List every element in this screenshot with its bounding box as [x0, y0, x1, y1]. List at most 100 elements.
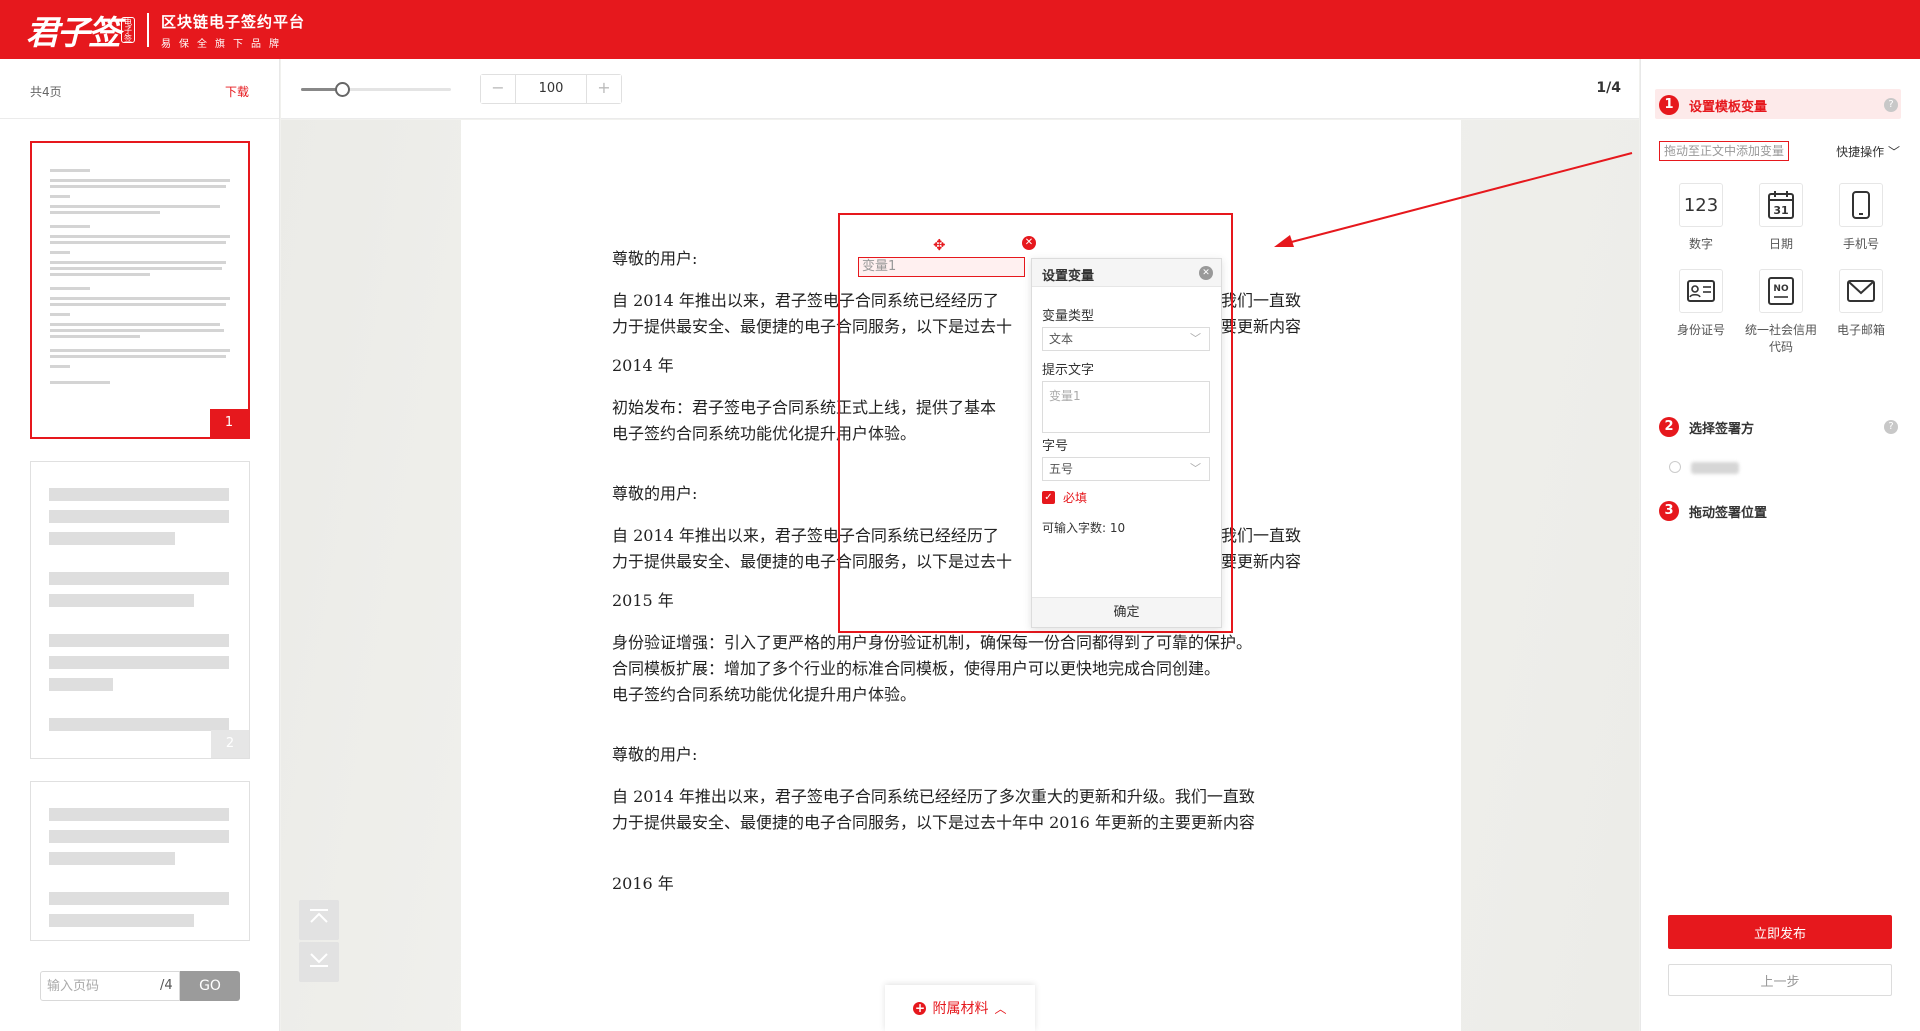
top-header: 君子签 电子签 区块链电子签约平台 易保全旗下品牌 [0, 0, 1920, 59]
font-size-label: 字号 [1042, 439, 1069, 454]
variable-type-label: 手机号 [1842, 237, 1879, 251]
thumbnail-panel-header: 共4页 下载 [0, 59, 279, 119]
variable-type-label: 电子邮箱 [1836, 323, 1885, 337]
variable-type-credit-code[interactable]: NO 统一社会信用代码 [1741, 269, 1821, 356]
thumb-skeleton-line [49, 808, 229, 821]
page-jump: /4 GO [40, 971, 240, 1001]
platform-subtitle: 易保全旗下品牌 [161, 38, 287, 50]
doc-paragraph: 力于提供最安全、最便捷的电子合同服务，以下是过去十年中 2016 年更新的主要更… [612, 813, 1255, 832]
dialog-close-icon[interactable]: ✕ [1199, 266, 1213, 280]
attachments-bar[interactable]: + 附属材料 ︿ [885, 985, 1035, 1031]
doc-paragraph: 尊敬的用户: [612, 249, 698, 268]
confirm-button[interactable]: 确定 [1032, 597, 1221, 627]
prompt-text-input[interactable]: 变量1 [1042, 381, 1210, 433]
step-set-variables[interactable]: 1 设置模板变量 [1659, 95, 1767, 115]
doc-paragraph: 自 2014 年推出以来，君子签电子合同系统已经经历了多次重大的更新和升级。我们… [612, 787, 1255, 806]
variable-type-label: 变量类型 [1042, 309, 1095, 324]
help-icon[interactable]: ? [1884, 420, 1898, 434]
doc-paragraph-fragment: 要更新内容 [1221, 317, 1302, 336]
chevron-down-icon [310, 953, 328, 967]
thumbnail-page-number: 2 [211, 730, 249, 758]
doc-paragraph: 尊敬的用户: [612, 745, 698, 764]
step-drag-signature[interactable]: 3 拖动签署位置 [1659, 501, 1767, 521]
move-icon[interactable]: ✥ [933, 236, 946, 254]
step-select-signers[interactable]: 2 选择签署方 [1659, 417, 1754, 437]
zoom-value[interactable]: 100 [515, 75, 587, 103]
thumb-text-line [50, 297, 230, 300]
thumb-skeleton-line [49, 678, 113, 691]
thumb-skeleton-line [49, 830, 229, 843]
thumb-text-line [50, 323, 220, 326]
thumb-text-line [50, 335, 140, 338]
logo-text: 区块链电子签约平台 易保全旗下品牌 [161, 11, 305, 50]
quick-actions-dropdown[interactable]: 快捷操作 ﹀ [1836, 143, 1900, 160]
page-thumbnail-1[interactable]: 1 [30, 141, 250, 439]
signer-radio[interactable] [1669, 461, 1681, 473]
thumb-skeleton-line [49, 892, 229, 905]
thumb-skeleton-line [49, 594, 194, 607]
required-label: 必填 [1063, 491, 1088, 505]
download-link[interactable]: 下载 [225, 83, 249, 100]
page-thumbnail-panel: 共4页 下载 1 2 输入页码 /4 GO [0, 59, 280, 1031]
zoom-in-button[interactable]: + [587, 75, 621, 103]
variable-type-date[interactable]: 31 日期 [1741, 183, 1821, 253]
thumb-text-line [50, 241, 226, 244]
thumb-text-line [50, 381, 110, 384]
scroll-to-top-button[interactable] [299, 900, 339, 940]
dialog-header: 设置变量 ✕ [1032, 259, 1221, 287]
zoom-stepper: − 100 + [480, 74, 622, 104]
step-label: 选择签署方 [1689, 421, 1755, 437]
previous-step-button[interactable]: 上一步 [1668, 964, 1892, 996]
variable-settings-dialog: 设置变量 ✕ 变量类型 文本 ﹀ 提示文字 变量1 字号 五号 ﹀ ✓ 必填 可… [1031, 258, 1222, 628]
font-size-select[interactable]: 五号 ﹀ [1042, 457, 1210, 481]
zoom-slider-handle[interactable] [334, 82, 350, 97]
chevron-down-icon: ﹀ [1190, 462, 1201, 475]
page-thumbnail-2[interactable]: 2 [30, 461, 250, 759]
viewer-toolbar: − 100 + 1/4 [281, 59, 1639, 119]
thumb-text-line [50, 313, 70, 316]
scroll-to-bottom-button[interactable] [299, 942, 339, 982]
number-icon: 123 [1679, 183, 1723, 227]
variable-type-id-card[interactable]: 身份证号 [1661, 269, 1741, 339]
logo-divider [147, 13, 149, 47]
remove-variable-icon[interactable]: ✕ [1022, 236, 1036, 250]
prompt-text-label: 提示文字 [1042, 363, 1095, 378]
thumb-text-line [50, 179, 230, 182]
thumb-skeleton-line [49, 488, 229, 501]
zoom-out-button[interactable]: − [481, 75, 515, 103]
thumb-text-line [50, 235, 230, 238]
go-button[interactable]: GO [180, 971, 240, 1001]
thumb-text-line [50, 169, 90, 172]
page-number-input[interactable] [40, 971, 180, 1001]
drag-hint: 拖动至正文中添加变量 [1659, 141, 1790, 161]
chevron-down-icon: ﹀ [1190, 332, 1201, 345]
thumb-skeleton-line [49, 510, 229, 523]
doc-paragraph: 尊敬的用户: [612, 484, 698, 503]
thumb-text-line [50, 303, 226, 306]
variable-type-select[interactable]: 文本 ﹀ [1042, 327, 1210, 351]
thumb-skeleton-line [49, 532, 175, 545]
thumb-text-line [50, 185, 226, 188]
zoom-slider[interactable] [301, 82, 451, 97]
template-settings-panel: 1 设置模板变量 ? 拖动至正文中添加变量 快捷操作 ﹀ 123 数字 31 日… [1640, 59, 1920, 1031]
thumb-text-line [50, 267, 222, 270]
chevron-up-icon: ︿ [994, 1001, 1007, 1016]
variable-type-email[interactable]: 电子邮箱 [1821, 269, 1901, 339]
doc-paragraph-fragment: 要更新内容 [1221, 552, 1302, 571]
thumb-skeleton-line [49, 634, 229, 647]
page-thumbnail-3[interactable] [30, 781, 250, 941]
brand-logo[interactable]: 君子签 电子签 区块链电子签约平台 易保全旗下品牌 [26, 10, 305, 53]
chevron-up-icon [310, 909, 328, 923]
required-checkbox[interactable]: ✓ 必填 [1042, 489, 1087, 506]
thumb-text-line [50, 287, 90, 290]
page-indicator: 1/4 [1596, 80, 1621, 96]
thumb-text-line [50, 225, 90, 228]
publish-button[interactable]: 立即发布 [1668, 915, 1892, 949]
variable-type-phone[interactable]: 手机号 [1821, 183, 1901, 253]
variable-type-number[interactable]: 123 数字 [1661, 183, 1741, 253]
font-size-value: 五号 [1049, 462, 1074, 476]
help-icon[interactable]: ? [1884, 98, 1898, 112]
thumb-skeleton-line [49, 718, 229, 731]
step-number: 2 [1659, 417, 1679, 437]
variable-field[interactable]: 变量1 [858, 257, 1025, 277]
